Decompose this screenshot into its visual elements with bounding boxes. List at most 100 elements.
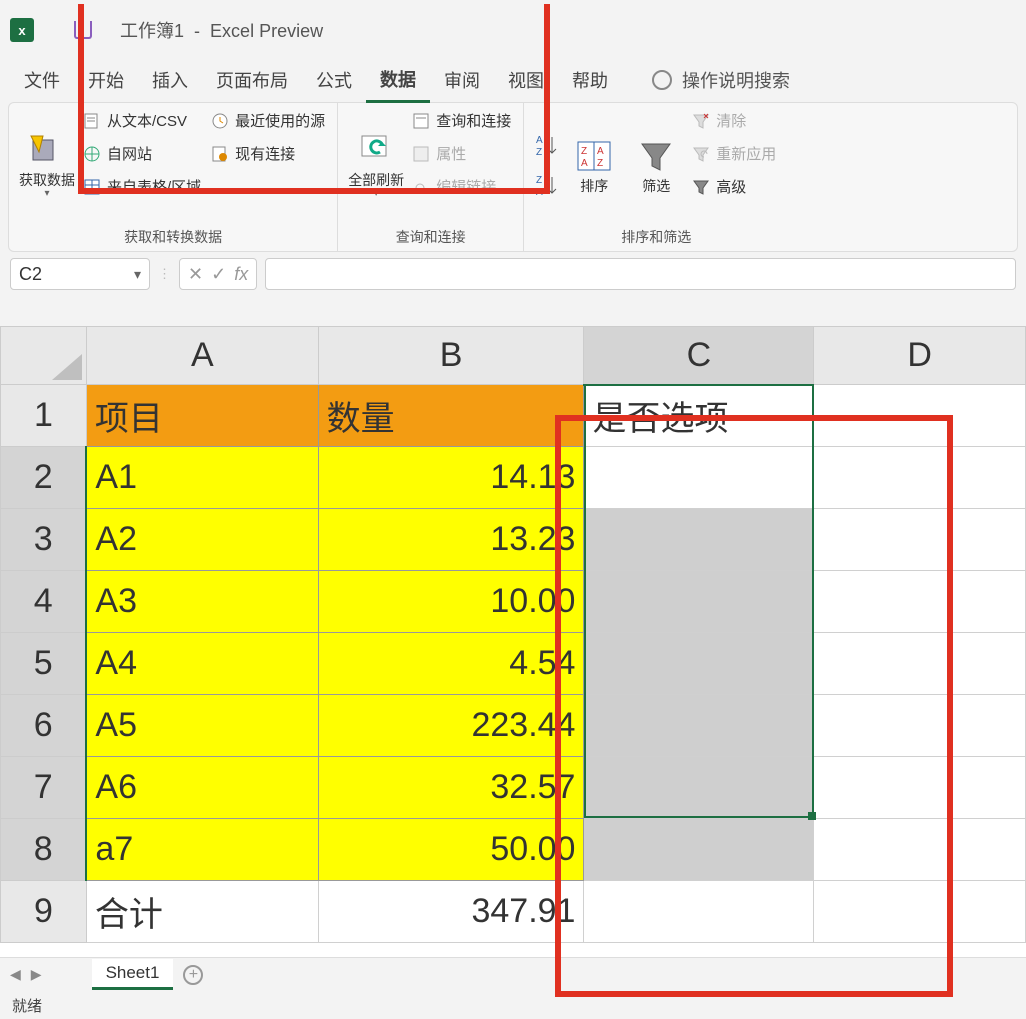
cell-A7[interactable]: A6: [86, 757, 318, 819]
enter-icon[interactable]: ✓: [211, 264, 226, 285]
cell-A8[interactable]: a7: [86, 819, 318, 881]
cell-C5[interactable]: [584, 633, 814, 695]
cell-A3[interactable]: A2: [86, 509, 318, 571]
tab-view[interactable]: 视图: [494, 59, 558, 101]
sort-button[interactable]: ZAAZ 排序: [566, 107, 622, 225]
row-header-7[interactable]: 7: [1, 757, 87, 819]
sheet-nav-next-icon[interactable]: ▶: [31, 966, 42, 983]
cell-B5[interactable]: 4.54: [318, 633, 584, 695]
sheet-nav-prev-icon[interactable]: ◀: [10, 966, 21, 983]
get-data-button[interactable]: 获取数据 ▾: [19, 107, 75, 225]
cell-B8[interactable]: 50.00: [318, 819, 584, 881]
add-sheet-button[interactable]: +: [183, 965, 203, 985]
cell-D2[interactable]: [814, 447, 1026, 509]
sheet-tab-sheet1[interactable]: Sheet1: [92, 959, 174, 990]
window-title: 工作簿1 - Excel Preview: [120, 17, 323, 43]
cell-C8[interactable]: [584, 819, 814, 881]
reapply-button: 重新应用: [690, 140, 778, 167]
col-header-B[interactable]: B: [318, 327, 584, 385]
cell-A2[interactable]: A1: [86, 447, 318, 509]
tab-insert[interactable]: 插入: [138, 59, 202, 101]
from-table-range-button[interactable]: 来自表格/区域: [81, 173, 203, 200]
from-web-button[interactable]: 自网站: [81, 140, 203, 167]
row-header-9[interactable]: 9: [1, 881, 87, 943]
formula-bar: C2 ▾ ⋮ ✕ ✓ fx: [0, 252, 1026, 296]
sort-asc-icon[interactable]: AZ: [534, 133, 560, 159]
cell-D1[interactable]: [814, 385, 1026, 447]
tab-help[interactable]: 帮助: [558, 59, 622, 101]
row-header-1[interactable]: 1: [1, 385, 87, 447]
tab-file[interactable]: 文件: [10, 59, 74, 101]
quick-access-save-icon[interactable]: [74, 21, 92, 39]
cell-B6[interactable]: 223.44: [318, 695, 584, 757]
tab-review[interactable]: 审阅: [430, 59, 494, 101]
cell-D7[interactable]: [814, 757, 1026, 819]
col-header-D[interactable]: D: [814, 327, 1026, 385]
existing-connections-button[interactable]: 现有连接: [209, 140, 327, 167]
cell-C2[interactable]: [584, 447, 814, 509]
clock-icon: [211, 112, 229, 130]
cell-C6[interactable]: [584, 695, 814, 757]
formula-input[interactable]: [265, 258, 1016, 290]
cell-B9[interactable]: 347.91: [318, 881, 584, 943]
cell-A4[interactable]: A3: [86, 571, 318, 633]
group-sort-filter: AZ ZA ZAAZ 排序 筛选 清除 重新应用: [524, 103, 788, 251]
from-text-csv-button[interactable]: 从文本/CSV: [81, 107, 203, 134]
cell-B7[interactable]: 32.57: [318, 757, 584, 819]
excel-logo-icon: x: [10, 18, 34, 42]
cell-A6[interactable]: A5: [86, 695, 318, 757]
col-header-A[interactable]: A: [86, 327, 318, 385]
name-box-value: C2: [19, 264, 42, 285]
tab-formulas[interactable]: 公式: [302, 59, 366, 101]
clear-filter-button: 清除: [690, 107, 778, 134]
recent-sources-button[interactable]: 最近使用的源: [209, 107, 327, 134]
cell-A1[interactable]: 项目: [86, 385, 318, 447]
svg-text:Z: Z: [536, 175, 542, 186]
name-box[interactable]: C2 ▾: [10, 258, 150, 290]
row-header-4[interactable]: 4: [1, 571, 87, 633]
row-header-5[interactable]: 5: [1, 633, 87, 695]
reapply-icon: [692, 145, 710, 163]
cell-C7[interactable]: [584, 757, 814, 819]
select-all-corner[interactable]: [1, 327, 87, 385]
cell-D3[interactable]: [814, 509, 1026, 571]
row-header-6[interactable]: 6: [1, 695, 87, 757]
cell-B2[interactable]: 14.13: [318, 447, 584, 509]
row-header-2[interactable]: 2: [1, 447, 87, 509]
tell-me-search[interactable]: 操作说明搜索: [652, 67, 790, 93]
cell-C1[interactable]: 是否选项: [584, 385, 814, 447]
globe-icon: [83, 145, 101, 163]
row-header-3[interactable]: 3: [1, 509, 87, 571]
sort-desc-icon[interactable]: ZA: [534, 173, 560, 199]
cell-B1[interactable]: 数量: [318, 385, 584, 447]
cell-B3[interactable]: 13.23: [318, 509, 584, 571]
refresh-all-button[interactable]: 全部刷新 ▾: [348, 107, 404, 225]
cell-D6[interactable]: [814, 695, 1026, 757]
cancel-icon[interactable]: ✕: [188, 264, 203, 285]
cell-C3[interactable]: [584, 509, 814, 571]
tab-home[interactable]: 开始: [74, 59, 138, 101]
worksheet-grid[interactable]: A B C D 1 项目 数量 是否选项 2 A1 14.13 3 A2 13.…: [0, 326, 1026, 967]
cell-C4[interactable]: [584, 571, 814, 633]
advanced-filter-button[interactable]: 高级: [690, 173, 778, 200]
row-header-8[interactable]: 8: [1, 819, 87, 881]
cell-D5[interactable]: [814, 633, 1026, 695]
cell-A9[interactable]: 合计: [86, 881, 318, 943]
tab-page-layout[interactable]: 页面布局: [202, 59, 302, 101]
group-get-transform: 获取数据 ▾ 从文本/CSV 自网站 来自表格/区域: [9, 103, 338, 251]
fx-icon[interactable]: fx: [234, 264, 248, 285]
chevron-down-icon[interactable]: ▾: [134, 266, 141, 283]
col-header-C[interactable]: C: [584, 327, 814, 385]
filter-button[interactable]: 筛选: [628, 107, 684, 225]
tab-data[interactable]: 数据: [366, 58, 430, 103]
cell-A5[interactable]: A4: [86, 633, 318, 695]
cell-B4[interactable]: 10.00: [318, 571, 584, 633]
svg-text:A: A: [581, 158, 588, 169]
cell-D8[interactable]: [814, 819, 1026, 881]
file-text-icon: [83, 112, 101, 130]
cell-D4[interactable]: [814, 571, 1026, 633]
table-icon: [83, 178, 101, 196]
queries-connections-button[interactable]: 查询和连接: [410, 107, 513, 134]
cell-C9[interactable]: [584, 881, 814, 943]
cell-D9[interactable]: [814, 881, 1026, 943]
